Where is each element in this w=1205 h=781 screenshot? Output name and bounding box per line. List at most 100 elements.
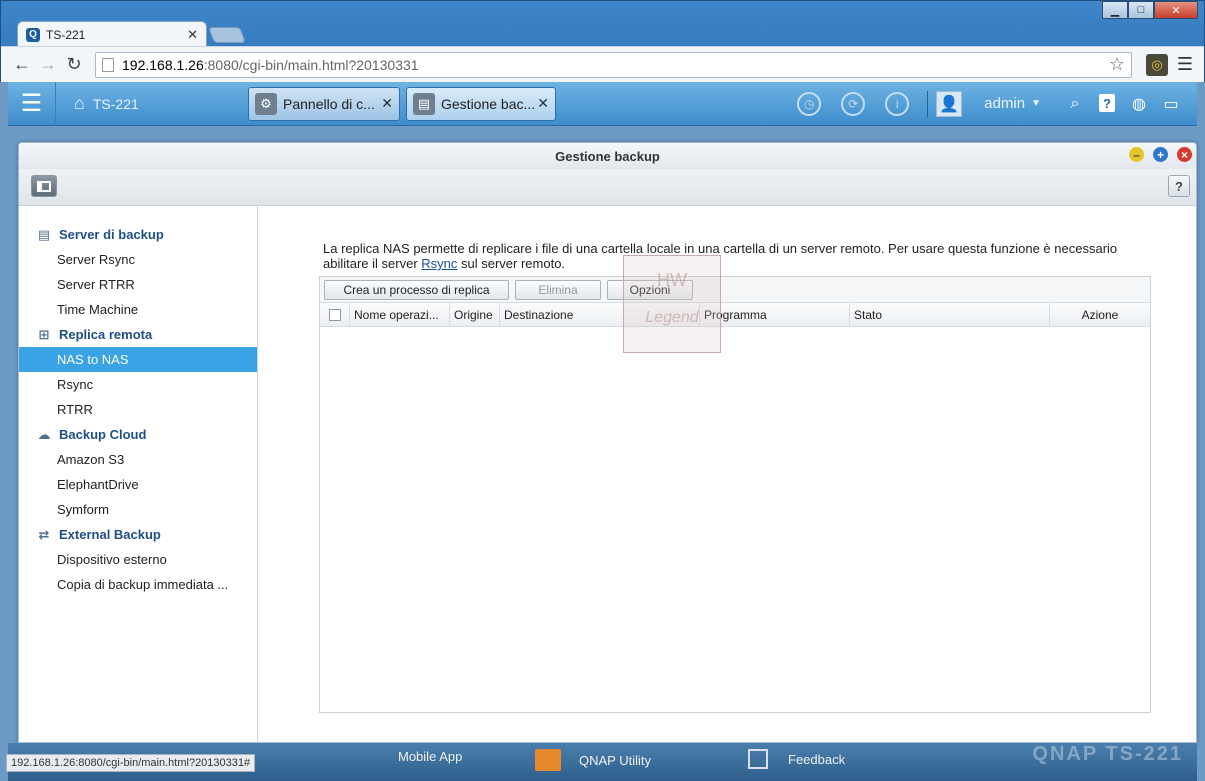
dock-feedback[interactable]: Feedback (748, 749, 845, 769)
help-icon[interactable]: ? (1091, 94, 1123, 113)
close-tab-icon[interactable]: ✕ (187, 27, 198, 43)
qnap-favicon-icon: Q (26, 27, 40, 42)
minimize-window-button[interactable]: ▁ (1102, 1, 1128, 19)
backup-icon: ▤ (413, 92, 435, 115)
section-title: External Backup (59, 527, 161, 542)
grid-header: Nome operazi... Origine Destinazione Pro… (320, 303, 1150, 327)
create-replica-job-button[interactable]: Crea un processo di replica (324, 279, 509, 300)
home-icon: ⌂ (74, 93, 85, 113)
task-label: Gestione bac... (441, 95, 536, 112)
watermark: HW Legend (623, 255, 721, 353)
minimize-icon[interactable]: – (1129, 147, 1144, 162)
qnap-taskbar: ☰ ⌂ TS-221 ⚙ Pannello di c... ✕ ▤ Gestio… (8, 81, 1197, 126)
utility-icon (535, 749, 561, 771)
feedback-icon (748, 749, 768, 769)
description-part: sul server remoto. (457, 256, 566, 271)
reload-icon[interactable]: ↻ (61, 54, 87, 75)
separator (927, 90, 929, 117)
browser-menu-icon[interactable]: ☰ (1174, 54, 1196, 75)
main-menu-icon[interactable]: ☰ (8, 81, 56, 126)
sidebar-item-server-rtrr[interactable]: Server RTRR (19, 272, 257, 297)
sidebar-item-external-device[interactable]: Dispositivo esterno (19, 547, 257, 572)
window-title: Gestione backup (555, 148, 660, 164)
tab-title: TS-221 (46, 27, 86, 42)
close-task-icon[interactable]: ✕ (537, 95, 549, 112)
watermark-line: HW (657, 270, 687, 290)
replica-icon: ⊞ (38, 326, 50, 342)
dock-qnap-utility[interactable]: QNAP Utility (535, 749, 651, 771)
sidebar-item-symform[interactable]: Symform (19, 497, 257, 522)
column-header-job-name[interactable]: Nome operazi... (350, 303, 450, 326)
desktop-icon[interactable]: ▭ (1155, 94, 1187, 114)
close-window-button[interactable]: ✕ (1154, 1, 1198, 19)
close-task-icon[interactable]: ✕ (381, 95, 393, 112)
rsync-link[interactable]: Rsync (421, 256, 457, 271)
maximize-icon[interactable]: + (1153, 147, 1168, 162)
sidebar: ▤ Server di backup Server Rsync Server R… (19, 206, 258, 742)
sync-arrows-icon: ⇄ (38, 526, 50, 542)
qnap-brand-logo: QNAP TS-221 (1032, 743, 1183, 765)
window-titlebar: Gestione backup – + × (19, 143, 1196, 169)
watermark-line: Legend (645, 309, 699, 326)
forward-icon[interactable]: → (35, 54, 61, 75)
search-icon[interactable]: ⌕ (1059, 95, 1091, 113)
task-label: Pannello di c... (283, 95, 375, 112)
column-header-schedule[interactable]: Programma (700, 303, 850, 326)
tab-strip: Q TS-221 ✕ ▁ □ ✕ (1, 1, 1204, 47)
back-icon[interactable]: ← (9, 54, 35, 75)
globe-icon[interactable]: ◍ (1123, 94, 1155, 114)
sidebar-item-time-machine[interactable]: Time Machine (19, 297, 257, 322)
url-path: :8080/cgi-bin/main.html?20130331 (203, 56, 419, 73)
help-button[interactable]: ? (1168, 175, 1190, 197)
cloud-icon: ☁ (37, 426, 51, 442)
sidebar-item-nas-to-nas[interactable]: NAS to NAS (19, 347, 257, 372)
avatar[interactable]: 👤 (936, 90, 963, 117)
info-icon[interactable]: i (885, 91, 910, 116)
sidebar-item-amazon-s3[interactable]: Amazon S3 (19, 447, 257, 472)
sidebar-section-external-backup: ⇄ External Backup (19, 522, 257, 547)
sidebar-item-instant-backup[interactable]: Copia di backup immediata ... (19, 572, 257, 597)
select-all-checkbox[interactable] (328, 308, 341, 321)
extension-icon[interactable]: ◎ (1146, 53, 1168, 76)
gear-icon: ⚙ (255, 92, 277, 115)
column-header-status[interactable]: Stato (850, 303, 1050, 326)
chevron-down-icon[interactable]: ▼ (1031, 98, 1041, 109)
sidebar-section-remote-replica: ⊞ Replica remota (19, 322, 257, 347)
replica-jobs-grid: Crea un processo di replica Elimina Opzi… (319, 276, 1151, 713)
window-body: ▤ Server di backup Server Rsync Server R… (19, 206, 1196, 742)
background-tasks-icon[interactable]: ⟳ (841, 91, 866, 116)
sidebar-item-server-rsync[interactable]: Server Rsync (19, 247, 257, 272)
close-icon[interactable]: × (1177, 147, 1192, 162)
browser-tab[interactable]: Q TS-221 ✕ (17, 21, 207, 47)
description-text: La replica NAS permette di replicare i f… (323, 241, 1133, 271)
taskbar-right: ◷ ⟳ i 👤 admin ▼ ⌕ ? ◍ ▭ (787, 82, 1197, 126)
sidebar-item-rtrr[interactable]: RTRR (19, 397, 257, 422)
column-header-source[interactable]: Origine (450, 303, 500, 326)
dock-label: Feedback (788, 751, 846, 767)
column-header-action[interactable]: Azione (1050, 303, 1150, 326)
new-tab-button[interactable] (208, 27, 246, 43)
select-all-cell (320, 303, 350, 326)
toggle-sidebar-button[interactable] (31, 175, 57, 197)
home-button[interactable]: ⌂ TS-221 (56, 93, 246, 114)
dock-mobile-app[interactable]: Mobile App (398, 749, 462, 764)
section-title: Server di backup (59, 227, 164, 242)
sidebar-item-rsync[interactable]: Rsync (19, 372, 257, 397)
task-control-panel[interactable]: ⚙ Pannello di c... ✕ (248, 86, 400, 121)
maximize-window-button[interactable]: □ (1128, 1, 1154, 19)
dock-label: Mobile App (398, 749, 463, 764)
delete-button[interactable]: Elimina (515, 279, 601, 300)
browser-toolbar: ← → ↻ 192.168.1.26 :8080/cgi-bin/main.ht… (1, 46, 1204, 82)
bookmark-star-icon[interactable]: ☆ (1109, 54, 1125, 75)
window-toolbar: ? (19, 169, 1196, 206)
main-content: La replica NAS permette di replicare i f… (258, 206, 1196, 742)
sidebar-item-elephantdrive[interactable]: ElephantDrive (19, 472, 257, 497)
address-bar[interactable]: 192.168.1.26 :8080/cgi-bin/main.html?201… (95, 51, 1132, 78)
browser-status-bar: 192.168.1.26:8080/cgi-bin/main.html?2013… (6, 754, 256, 772)
home-label: TS-221 (92, 95, 139, 112)
username[interactable]: admin (984, 95, 1025, 112)
task-backup-manager[interactable]: ▤ Gestione bac... ✕ (406, 86, 556, 121)
backup-manager-window: Gestione backup – + × ? ▤ Server di back… (18, 142, 1197, 743)
dock-label: QNAP Utility (579, 752, 651, 768)
clock-icon[interactable]: ◷ (797, 91, 822, 116)
